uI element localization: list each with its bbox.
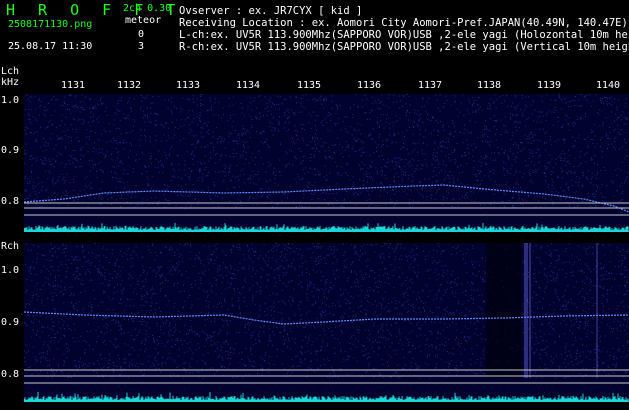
rch-count: 3 <box>138 41 145 52</box>
xtick-1131: 1131 <box>61 80 86 91</box>
signal-histogram <box>24 391 629 401</box>
noise-layer <box>24 94 629 209</box>
lch-label: Lch <box>1 66 20 77</box>
rch-ytick-0-9: 0.9 <box>1 317 20 328</box>
xtick-1135: 1135 <box>297 80 322 91</box>
lch-config-line: L-ch:ex. UV5R 113.900Mhz(SAPPORO VOR)USB… <box>179 29 629 41</box>
lch-ytick-1-0: 1.0 <box>1 95 20 106</box>
xtick-1132: 1132 <box>117 80 142 91</box>
xtick-1140: 1140 <box>596 80 621 91</box>
rch-ytick-0-8: 0.8 <box>1 369 20 380</box>
rch-config-line: R-ch:ex. UV5R 113.900Mhz(SAPPORO VOR)USB… <box>179 41 629 53</box>
lch-unit: kHz <box>1 77 20 88</box>
signal-band <box>596 243 598 378</box>
signal-histogram <box>24 223 629 231</box>
rch-spectrogram-svg <box>24 243 629 402</box>
xtick-1139: 1139 <box>537 80 562 91</box>
lch-ytick-0-9: 0.9 <box>1 145 20 156</box>
lch-spectrogram <box>24 94 629 232</box>
observer-line: Ovserver : ex. JR7CYX [ kid ] <box>179 5 363 17</box>
location-line: Receiving Location : ex. Aomori City Aom… <box>179 17 628 29</box>
lch-count: 0 <box>138 29 145 40</box>
signal-band <box>529 243 531 378</box>
xtick-1134: 1134 <box>236 80 261 91</box>
rch-label: Rch <box>1 241 20 252</box>
datetime: 25.08.17 11:30 <box>8 41 93 52</box>
lch-ytick-0-8: 0.8 <box>1 196 20 207</box>
file-name: 2508171130.png <box>8 19 93 30</box>
noise-layer <box>24 243 629 379</box>
lch-spectrogram-svg <box>24 94 629 232</box>
xtick-1136: 1136 <box>357 80 382 91</box>
rch-spectrogram <box>24 243 629 402</box>
signal-band <box>486 243 522 378</box>
signal-band <box>524 243 528 378</box>
xtick-1137: 1137 <box>418 80 443 91</box>
version-label: 2ch 0.30 <box>123 3 172 14</box>
mode-label: meteor <box>125 15 162 26</box>
xtick-1133: 1133 <box>176 80 201 91</box>
xtick-1138: 1138 <box>477 80 502 91</box>
rch-ytick-1-0: 1.0 <box>1 265 20 276</box>
